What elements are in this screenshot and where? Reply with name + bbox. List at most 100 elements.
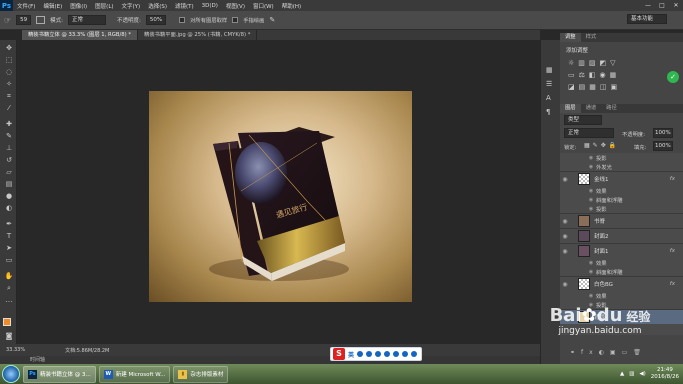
- effect-row[interactable]: ◉ 效果: [560, 291, 683, 300]
- taskbar-item-folder[interactable]: ▮ 杂志排版素材: [173, 365, 229, 383]
- ime-skin-icon[interactable]: [393, 351, 400, 357]
- taskbar-item-photoshop[interactable]: Ps 精装书籍立体 @ 3...: [23, 365, 96, 383]
- layer-row[interactable]: ◉ 封面1 fx: [560, 243, 683, 258]
- maximize-button[interactable]: □: [655, 0, 669, 11]
- menu-filter[interactable]: 滤镜(T): [171, 2, 198, 10]
- brush-tool-icon[interactable]: ✎: [4, 132, 14, 141]
- eye-icon[interactable]: ◉: [586, 206, 596, 212]
- foreground-color-swatch[interactable]: [3, 318, 11, 326]
- volume-icon[interactable]: ◀): [639, 371, 645, 377]
- menu-file[interactable]: 文件(F): [13, 2, 39, 10]
- finger-paint-checkbox[interactable]: [232, 17, 239, 23]
- stamp-tool-icon[interactable]: ⊥: [4, 144, 14, 153]
- layer-opacity-field[interactable]: 100%: [653, 128, 673, 138]
- eye-icon[interactable]: ◉: [560, 281, 570, 288]
- history-panel-icon[interactable]: ▦: [546, 66, 553, 74]
- ime-voice-icon[interactable]: [375, 351, 382, 357]
- opacity-field[interactable]: 50%: [145, 15, 167, 25]
- layer-kind-filter[interactable]: 类型: [564, 115, 602, 125]
- start-button[interactable]: [2, 365, 20, 383]
- layer-row[interactable]: ◉ 书脊: [560, 213, 683, 228]
- path-select-tool-icon[interactable]: ➤: [4, 244, 14, 253]
- tab-paths[interactable]: 路径: [601, 104, 622, 113]
- menu-3d[interactable]: 3D(D): [198, 3, 222, 9]
- menu-select[interactable]: 选择(S): [144, 2, 171, 10]
- eye-icon[interactable]: ◉: [560, 233, 570, 240]
- effect-row[interactable]: ◉ 投影: [560, 153, 683, 162]
- ime-punct-icon[interactable]: [357, 351, 364, 357]
- timeline-bar[interactable]: 时间轴: [0, 356, 540, 364]
- blur-tool-icon[interactable]: ●: [4, 192, 14, 201]
- marquee-tool-icon[interactable]: ⬚: [4, 56, 14, 65]
- ime-lang[interactable]: 英: [348, 350, 354, 359]
- eye-icon[interactable]: ◉: [586, 269, 596, 275]
- character-panel-icon[interactable]: A: [546, 94, 551, 102]
- pen-tool-icon[interactable]: ✒: [4, 220, 14, 229]
- workspace-select[interactable]: 基本功能: [627, 14, 667, 24]
- menu-help[interactable]: 帮助(H): [278, 2, 305, 10]
- ime-tools-icon[interactable]: [402, 351, 409, 357]
- eyedropper-tool-icon[interactable]: ⁄: [4, 104, 14, 113]
- lasso-tool-icon[interactable]: ◌: [4, 68, 14, 77]
- dodge-tool-icon[interactable]: ◐: [4, 204, 14, 213]
- move-tool-icon[interactable]: ✥: [4, 44, 14, 53]
- type-tool-icon[interactable]: T: [4, 232, 14, 241]
- close-button[interactable]: ✕: [669, 0, 683, 11]
- effect-row[interactable]: ◉ 外发光: [560, 162, 683, 171]
- menu-layer[interactable]: 图层(L): [91, 2, 117, 10]
- effect-row[interactable]: ◉ 投影: [560, 204, 683, 213]
- ime-keyboard-icon[interactable]: [384, 351, 391, 357]
- smudge-tool-icon[interactable]: ☞: [4, 16, 11, 25]
- eye-icon[interactable]: ◉: [560, 218, 570, 225]
- blend-mode-select[interactable]: 正常: [564, 128, 614, 138]
- zoom-level[interactable]: 33.33%: [6, 347, 25, 353]
- menu-edit[interactable]: 编辑(E): [39, 2, 66, 10]
- clock[interactable]: 21:49 2016/8/26: [651, 367, 679, 381]
- pressure-icon[interactable]: ✎: [269, 16, 275, 24]
- ime-emoji-icon[interactable]: [366, 351, 373, 357]
- taskbar-item-word[interactable]: W 新建 Microsoft W...: [98, 365, 171, 383]
- shape-tool-icon[interactable]: ▭: [4, 256, 14, 265]
- quick-select-tool-icon[interactable]: ✧: [4, 80, 14, 89]
- tab-book-3d[interactable]: 精装书籍立体 @ 33.3% (图层 1, RGB/8) *: [22, 30, 139, 40]
- eye-icon[interactable]: ◉: [586, 260, 596, 266]
- properties-panel-icon[interactable]: ☰: [546, 80, 552, 88]
- gradient-tool-icon[interactable]: ▤: [4, 180, 14, 189]
- layer-row[interactable]: ◉ 白色BG fx: [560, 276, 683, 291]
- eye-icon[interactable]: ◉: [586, 293, 596, 299]
- eye-icon[interactable]: ◉: [586, 188, 596, 194]
- menu-type[interactable]: 文字(Y): [118, 2, 145, 10]
- tab-channels[interactable]: 通道: [581, 104, 602, 113]
- sample-all-checkbox[interactable]: [179, 17, 186, 23]
- paragraph-panel-icon[interactable]: ¶: [546, 108, 550, 116]
- minimize-button[interactable]: —: [641, 0, 655, 11]
- ime-settings-icon[interactable]: [411, 351, 418, 357]
- mode-select[interactable]: 正常: [68, 15, 107, 25]
- menu-window[interactable]: 窗口(W): [249, 2, 278, 10]
- hand-tool-icon[interactable]: ✋: [4, 272, 14, 281]
- lock-icons[interactable]: ▦✎✥🔒: [584, 142, 619, 149]
- effect-row[interactable]: ◉ 斜面和浮雕: [560, 195, 683, 204]
- menu-view[interactable]: 视图(V): [222, 2, 249, 10]
- quick-mask-icon[interactable]: ◙: [4, 332, 14, 341]
- layer-row[interactable]: ◉ 金线1 fx: [560, 171, 683, 186]
- brush-panel-icon[interactable]: [36, 16, 46, 24]
- history-brush-tool-icon[interactable]: ↺: [4, 156, 14, 165]
- tab-book-flat[interactable]: 精装书籍平面.jpg @ 25% (书籍, CMYK/8) *: [138, 30, 258, 40]
- zoom-tool-icon[interactable]: ⌕: [4, 284, 14, 293]
- crop-tool-icon[interactable]: ⌗: [4, 92, 14, 101]
- brush-size-field[interactable]: 59: [16, 15, 32, 25]
- effect-row[interactable]: ◉ 效果: [560, 186, 683, 195]
- sogou-logo[interactable]: S: [333, 348, 345, 360]
- menu-image[interactable]: 图像(I): [66, 2, 91, 10]
- effect-row[interactable]: ◉ 效果: [560, 258, 683, 267]
- eye-icon[interactable]: ◉: [586, 197, 596, 203]
- eraser-tool-icon[interactable]: ▱: [4, 168, 14, 177]
- tab-adjustments[interactable]: 调整: [560, 33, 581, 42]
- healing-tool-icon[interactable]: ✚: [4, 120, 14, 129]
- tab-styles[interactable]: 样式: [581, 33, 602, 42]
- eye-icon[interactable]: ◉: [586, 155, 596, 161]
- document-canvas[interactable]: 遇见旅行: [149, 91, 412, 302]
- tray-arrow-icon[interactable]: ▲: [620, 371, 624, 377]
- layer-row[interactable]: ◉ 封面2: [560, 228, 683, 243]
